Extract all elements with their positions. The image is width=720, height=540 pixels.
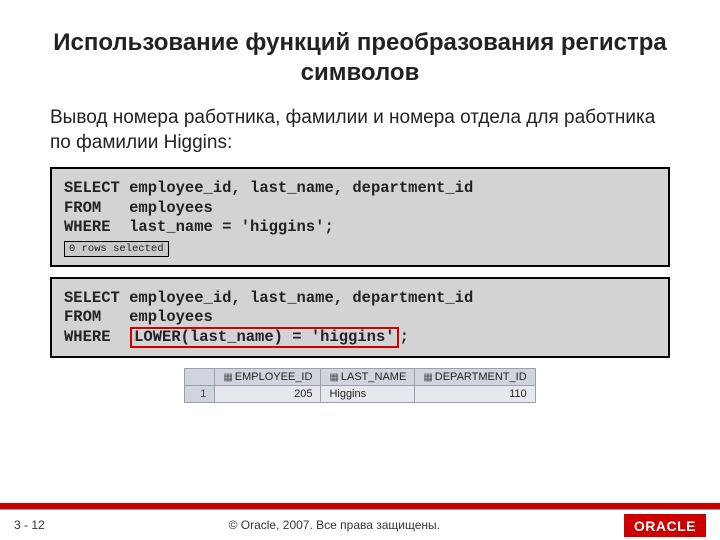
slide-description: Вывод номера работника, фамилии и номера… bbox=[0, 98, 720, 159]
rownum-header bbox=[185, 369, 215, 386]
code-line: SELECT employee_id, last_name, departmen… bbox=[64, 179, 656, 198]
result-employee-id: 205 bbox=[215, 386, 321, 403]
code-line: SELECT employee_id, last_name, departmen… bbox=[64, 289, 656, 308]
code-line: WHERE last_name = 'higgins'; bbox=[64, 218, 656, 237]
result-last-name: Higgins bbox=[321, 386, 415, 403]
table-header-row: ▦EMPLOYEE_ID ▦LAST_NAME ▦DEPARTMENT_ID bbox=[185, 369, 535, 386]
code-line: WHERE LOWER(last_name) = 'higgins'; bbox=[64, 327, 656, 348]
column-icon: ▦ bbox=[423, 372, 432, 383]
result-department-id: 110 bbox=[415, 386, 535, 403]
highlighted-expression: LOWER(last_name) = 'higgins' bbox=[130, 327, 398, 348]
semicolon: ; bbox=[400, 328, 409, 346]
code-line: FROM employees bbox=[64, 199, 656, 218]
col-header-employee-id: ▦EMPLOYEE_ID bbox=[215, 369, 321, 386]
footer: 3 - 12 © Oracle, 2007. Все права защищен… bbox=[0, 503, 720, 540]
code-line: FROM employees bbox=[64, 308, 656, 327]
col-header-last-name: ▦LAST_NAME bbox=[321, 369, 415, 386]
column-icon: ▦ bbox=[223, 372, 232, 383]
column-icon: ▦ bbox=[329, 372, 338, 383]
where-keyword: WHERE bbox=[64, 328, 129, 346]
page-number: 3 - 12 bbox=[14, 518, 45, 532]
result-rownum: 1 bbox=[185, 386, 215, 403]
sql-example-2: SELECT employee_id, last_name, departmen… bbox=[50, 277, 670, 359]
oracle-logo: ORACLE bbox=[624, 514, 706, 537]
rows-selected-note: 0 rows selected bbox=[64, 241, 169, 257]
table-row: 1 205 Higgins 110 bbox=[185, 386, 535, 403]
copyright-text: © Oracle, 2007. Все права защищены. bbox=[229, 518, 440, 532]
query-result-table: ▦EMPLOYEE_ID ▦LAST_NAME ▦DEPARTMENT_ID 1… bbox=[184, 368, 535, 403]
col-header-department-id: ▦DEPARTMENT_ID bbox=[415, 369, 535, 386]
sql-example-1: SELECT employee_id, last_name, departmen… bbox=[50, 167, 670, 266]
slide-title: Использование функций преобразования рег… bbox=[0, 0, 720, 98]
